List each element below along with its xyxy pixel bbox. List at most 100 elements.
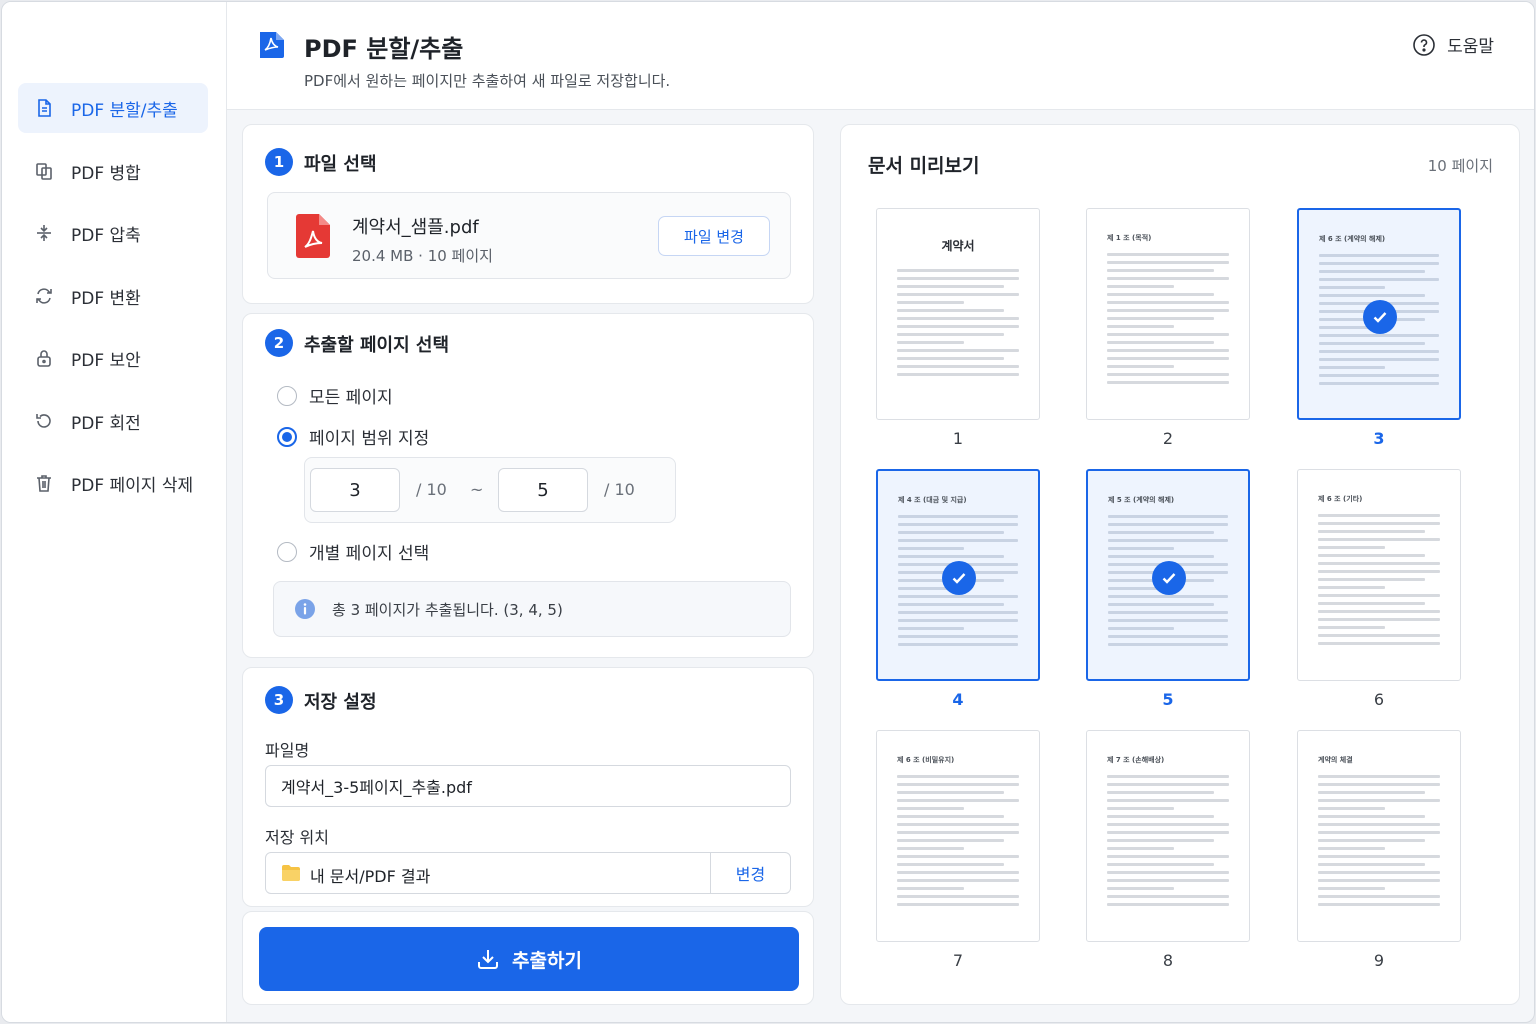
- thumbnail-line: [897, 349, 1019, 352]
- page-thumbnail[interactable]: 제 4 조 (대금 및 지급): [876, 469, 1040, 681]
- thumbnail-line: [898, 603, 1004, 606]
- radio-all-pages[interactable]: 모든 페이지: [277, 383, 393, 408]
- thumbnail-line: [1319, 358, 1439, 361]
- thumbnail-title: 계약서: [941, 239, 975, 253]
- thumbnail-line: [1107, 903, 1229, 906]
- radio-label: 모든 페이지: [309, 388, 393, 408]
- thumbnail-line: [1318, 895, 1440, 898]
- save-location-field[interactable]: 내 문서/PDF 결과 변경: [265, 852, 791, 894]
- download-icon: [478, 950, 499, 969]
- sidebar-item-merge[interactable]: PDF 병합: [18, 146, 208, 196]
- thumbnail-line: [1318, 546, 1386, 549]
- page-thumbnail[interactable]: 제 6 조 (비밀유지): [876, 730, 1040, 942]
- thumbnail-line: [1107, 823, 1229, 826]
- thumbnail-line: [1107, 357, 1229, 360]
- thumbnail-line: [1318, 807, 1386, 810]
- thumbnail-line: [1318, 514, 1440, 517]
- thumbnail-line: [898, 539, 1018, 542]
- thumbnail-line: [1318, 815, 1426, 818]
- sidebar: PDF 분할/추출 PDF 병합 PDF 압축 PDF 변환 PDF 보안 PD…: [2, 2, 227, 1022]
- sidebar-item-delete[interactable]: PDF 페이지 삭제: [18, 458, 208, 508]
- step-title: 파일 선택: [304, 154, 377, 175]
- thumbnail-text-lines: [1318, 514, 1440, 650]
- thumbnail-line: [1318, 538, 1440, 541]
- radio-button-selected[interactable]: [277, 426, 297, 447]
- thumbnail-line: [1319, 262, 1439, 265]
- help-button[interactable]: 도움말: [1412, 32, 1494, 57]
- thumbnail-line: [897, 333, 1005, 336]
- extract-info-text: 총 3 페이지가 추출됩니다. (3, 4, 5): [332, 600, 563, 619]
- thumbnail-line: [1107, 863, 1215, 866]
- thumbnail-line: [1107, 269, 1215, 272]
- radio-label: 페이지 범위 지정: [309, 429, 430, 449]
- filename-input[interactable]: [265, 765, 791, 807]
- thumbnail-line: [898, 515, 1018, 518]
- change-file-button[interactable]: 파일 변경: [658, 216, 770, 256]
- thumbnail-line: [897, 373, 1019, 376]
- thumbnail-line: [1318, 602, 1426, 605]
- page-number-label: 8: [1162, 951, 1174, 970]
- radio-individual-pages[interactable]: 개별 페이지 선택: [277, 539, 429, 564]
- page-thumbnail[interactable]: 제 1 조 (목적): [1086, 208, 1250, 420]
- page-thumbnail[interactable]: 제 5 조 (계약의 해제): [1086, 469, 1250, 681]
- thumbnail-line: [1107, 301, 1229, 304]
- thumbnail-line: [897, 309, 1005, 312]
- radio-button[interactable]: [277, 385, 297, 406]
- page-number-label: 9: [1373, 951, 1385, 970]
- sidebar-item-compress[interactable]: PDF 압축: [18, 208, 208, 258]
- radio-page-range[interactable]: 페이지 범위 지정: [277, 424, 429, 449]
- thumbnail-line: [1108, 531, 1214, 534]
- thumbnail-line: [1107, 847, 1175, 850]
- thumbnail-line: [897, 301, 965, 304]
- sidebar-item-convert[interactable]: PDF 변환: [18, 271, 208, 321]
- sidebar-item-rotate[interactable]: PDF 회전: [18, 396, 208, 446]
- page-number-label: 6: [1373, 690, 1385, 709]
- thumbnail-line: [1318, 839, 1426, 842]
- page-thumbnail[interactable]: 제 6 조 (계약의 해제): [1297, 208, 1461, 420]
- thumbnail-line: [1318, 879, 1440, 882]
- pdf-file-icon: [296, 214, 330, 258]
- page-thumbnail[interactable]: 제 6 조 (기타): [1297, 469, 1461, 681]
- thumbnail-line: [1318, 586, 1386, 589]
- thumbnail-line: [1107, 333, 1229, 336]
- preview-page-count: 10 페이지: [1427, 157, 1493, 175]
- thumbnail-line: [1318, 799, 1440, 802]
- sidebar-item-label: PDF 페이지 삭제: [71, 475, 194, 496]
- thumbnail-line: [897, 847, 965, 850]
- thumbnail-line: [1107, 317, 1215, 320]
- extract-button-label: 추출하기: [512, 949, 582, 972]
- file-meta: 20.4 MB · 10 페이지: [352, 247, 493, 265]
- thumbnail-line: [1107, 309, 1229, 312]
- step-number: 2: [265, 329, 293, 357]
- radio-button[interactable]: [277, 541, 297, 562]
- thumbnail-line: [898, 523, 1018, 526]
- thumbnail-line: [1107, 253, 1229, 256]
- step-title: 추출할 페이지 선택: [304, 335, 450, 356]
- thumbnail-line: [897, 325, 1019, 328]
- range-to-input[interactable]: [498, 468, 588, 512]
- thumbnail-line: [1108, 555, 1214, 558]
- extract-button[interactable]: 추출하기: [259, 927, 799, 991]
- sidebar-item-security[interactable]: PDF 보안: [18, 333, 208, 383]
- thumbnail-line: [1318, 887, 1386, 890]
- range-from-input[interactable]: [310, 468, 400, 512]
- sidebar-item-split[interactable]: PDF 분할/추출: [18, 83, 208, 133]
- change-location-button[interactable]: 변경: [710, 853, 790, 893]
- page-thumbnail[interactable]: 계약서: [876, 208, 1040, 420]
- thumbnail-line: [1319, 382, 1439, 385]
- page-number-label: 4: [952, 690, 964, 709]
- merge-icon: [34, 161, 54, 181]
- thumbnail-line: [1107, 799, 1229, 802]
- thumbnail-line: [897, 277, 1019, 280]
- filename-label: 파일명: [265, 741, 310, 760]
- thumbnail-line: [1319, 374, 1439, 377]
- thumbnail-line: [897, 871, 1019, 874]
- thumbnail-line: [897, 357, 1005, 360]
- range-to-total: / 10: [604, 480, 635, 499]
- thumbnail-line: [1108, 547, 1174, 550]
- page-thumbnail[interactable]: 제 7 조 (손해배상): [1086, 730, 1250, 942]
- thumbnail-line: [897, 855, 1019, 858]
- thumbnail-line: [1319, 294, 1425, 297]
- page-thumbnail[interactable]: 계약의 체결: [1297, 730, 1461, 942]
- thumbnail-heading: 제 4 조 (대금 및 지급): [898, 496, 967, 504]
